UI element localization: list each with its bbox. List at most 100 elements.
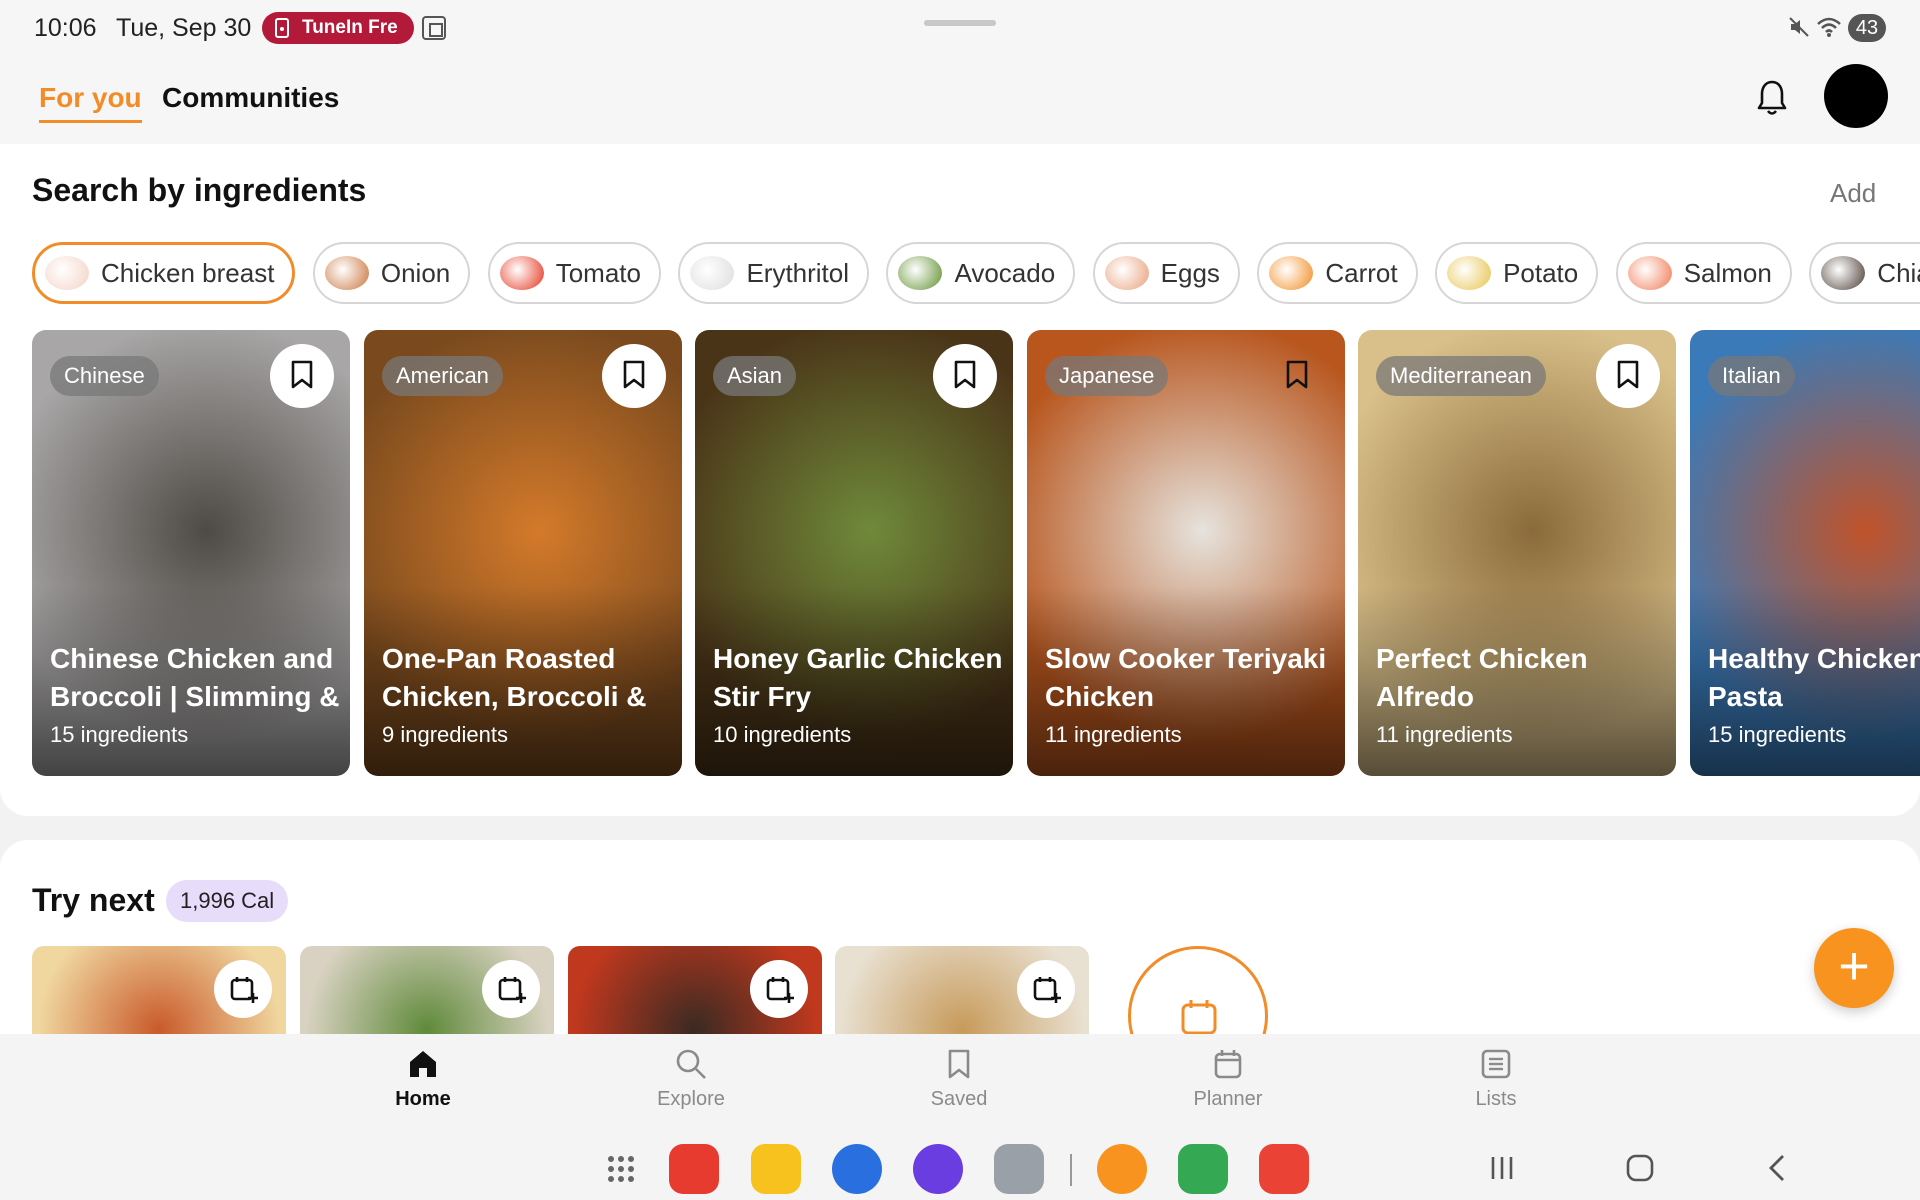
add-to-planner-button[interactable] [750, 960, 808, 1018]
chip-chicken-breast[interactable]: Chicken breast [32, 242, 296, 304]
chip-erythritol[interactable]: Erythritol [678, 242, 870, 304]
recipe-card[interactable]: American One-Pan Roasted Chicken, Brocco… [364, 330, 682, 776]
gmail-app-icon[interactable] [1259, 1144, 1309, 1194]
notes-app-icon[interactable] [669, 1144, 719, 1194]
recipes-app-icon[interactable] [1097, 1144, 1147, 1194]
try-next-recipe[interactable] [32, 946, 286, 1040]
calendar-add-icon [498, 977, 526, 1003]
chip-label: Onion [380, 258, 451, 288]
section-title: Try next [32, 882, 155, 918]
status-bar: 10:06 Tue, Sep 30 TuneIn Fre 43 [0, 0, 1920, 56]
bookmark-button[interactable] [1596, 344, 1660, 408]
recipe-card[interactable]: Chinese Chinese Chicken and Broccoli | S… [32, 330, 350, 776]
recent-apps-icon[interactable] [1486, 1152, 1518, 1184]
camera-app-icon[interactable] [994, 1144, 1044, 1194]
try-next-recipe[interactable] [300, 946, 554, 1040]
bookmark-icon [291, 360, 313, 389]
avatar[interactable] [1824, 64, 1888, 128]
back-icon[interactable] [1762, 1152, 1794, 1184]
try-next-recipe[interactable] [835, 946, 1089, 1040]
recipe-title: Chinese Chicken and Broccoli | Slimming … [50, 643, 340, 712]
nav-lists[interactable]: Lists [1436, 1048, 1556, 1111]
add-to-planner-button[interactable] [482, 960, 540, 1018]
radio-icon [275, 18, 289, 38]
nav-label: Home [395, 1088, 451, 1110]
ingredient-count: 11 ingredients [1045, 722, 1182, 747]
add-ingredient-button[interactable]: Add [1830, 178, 1876, 209]
section-title: Search by ingredients [32, 172, 367, 208]
chip-tomato[interactable]: Tomato [487, 242, 661, 304]
recipe-title: Honey Garlic Chicken Stir Fry [713, 643, 1003, 712]
calendar-icon [1214, 1050, 1242, 1079]
tomato-icon [499, 256, 544, 291]
mute-icon [1789, 17, 1809, 37]
chip-label: Tomato [555, 258, 641, 288]
browser-app-icon[interactable] [913, 1144, 963, 1194]
bookmark-button[interactable] [1265, 344, 1329, 408]
try-next-section: Try next 1,996 Cal [0, 840, 1920, 1040]
drag-handle[interactable] [924, 20, 996, 26]
nav-explore[interactable]: Explore [631, 1048, 751, 1111]
chip-salmon[interactable]: Salmon [1615, 242, 1792, 304]
try-next-recipe[interactable] [568, 946, 822, 1040]
add-meal-placeholder[interactable] [1128, 946, 1268, 1040]
tab-for-you[interactable]: For you [39, 82, 142, 123]
nav-planner[interactable]: Planner [1168, 1048, 1288, 1111]
wifi-icon [1817, 17, 1841, 37]
search-icon [676, 1049, 706, 1079]
notification-pill[interactable]: TuneIn Fre [262, 12, 414, 44]
recipe-carousel: Chinese Chinese Chicken and Broccoli | S… [32, 330, 1920, 776]
bookmark-button[interactable] [270, 344, 334, 408]
chip-carrot[interactable]: Carrot [1257, 242, 1418, 304]
calendar-add-icon [230, 977, 258, 1003]
chip-avocado[interactable]: Avocado [886, 242, 1076, 304]
chip-potato[interactable]: Potato [1435, 242, 1599, 304]
chia-seeds-icon [1821, 256, 1866, 291]
bookmark-icon [954, 360, 976, 389]
screenshot-icon [422, 16, 446, 40]
recipe-card[interactable]: Italian Healthy Chicken Pasta 15 ingredi… [1690, 330, 1920, 776]
chip-label: Eggs [1160, 258, 1220, 288]
ingredient-count: 11 ingredients [1376, 722, 1513, 747]
carrot-icon [1269, 256, 1314, 291]
bookmark-button[interactable] [602, 344, 666, 408]
chip-label: Erythritol [746, 258, 850, 288]
recipe-title: Slow Cooker Teriyaki Chicken [1045, 643, 1327, 712]
notification-pill-label: TuneIn Fre [302, 17, 398, 38]
chip-eggs[interactable]: Eggs [1092, 242, 1240, 304]
cuisine-tag: Asian [713, 356, 797, 396]
nav-home[interactable]: Home [363, 1048, 483, 1111]
nav-saved[interactable]: Saved [899, 1048, 1019, 1111]
ingredient-count: 15 ingredients [50, 722, 189, 747]
chip-chia-seeds[interactable]: Chia seeds [1809, 242, 1920, 304]
recipe-card[interactable]: Japanese Slow Cooker Teriyaki Chicken 11… [1027, 330, 1345, 776]
messages-app-icon[interactable] [832, 1144, 882, 1194]
bell-icon[interactable] [1756, 78, 1788, 118]
app-drawer-icon[interactable] [596, 1144, 646, 1194]
recipe-title: One-Pan Roasted Chicken, Broccoli & [382, 643, 647, 712]
tab-communities[interactable]: Communities [162, 82, 339, 114]
recipe-title: Healthy Chicken Pasta [1708, 643, 1920, 712]
bookmark-button[interactable] [933, 344, 997, 408]
add-to-planner-button[interactable] [1017, 960, 1075, 1018]
calorie-badge: 1,996 Cal [166, 880, 289, 922]
files-app-icon[interactable] [751, 1144, 801, 1194]
chip-onion[interactable]: Onion [312, 242, 471, 304]
add-to-planner-button[interactable] [214, 960, 272, 1018]
onion-icon [324, 256, 369, 291]
home-icon [410, 1051, 436, 1077]
chip-label: Salmon [1683, 258, 1772, 288]
home-button-icon[interactable] [1624, 1152, 1656, 1184]
salmon-icon [1627, 256, 1672, 291]
recipe-card[interactable]: Mediterranean Perfect Chicken Alfredo 11… [1358, 330, 1676, 776]
eggs-icon [1104, 256, 1149, 291]
recipe-card[interactable]: Asian Honey Garlic Chicken Stir Fry 10 i… [695, 330, 1013, 776]
ingredient-count: 15 ingredients [1708, 722, 1847, 747]
drive-app-icon[interactable] [1178, 1144, 1228, 1194]
potato-icon [1447, 256, 1492, 291]
taskbar-divider [1070, 1154, 1072, 1186]
chip-label: Potato [1503, 258, 1579, 288]
system-taskbar [0, 1144, 1920, 1200]
calendar-add-icon [1033, 977, 1061, 1003]
add-button[interactable]: + [1814, 928, 1894, 1008]
